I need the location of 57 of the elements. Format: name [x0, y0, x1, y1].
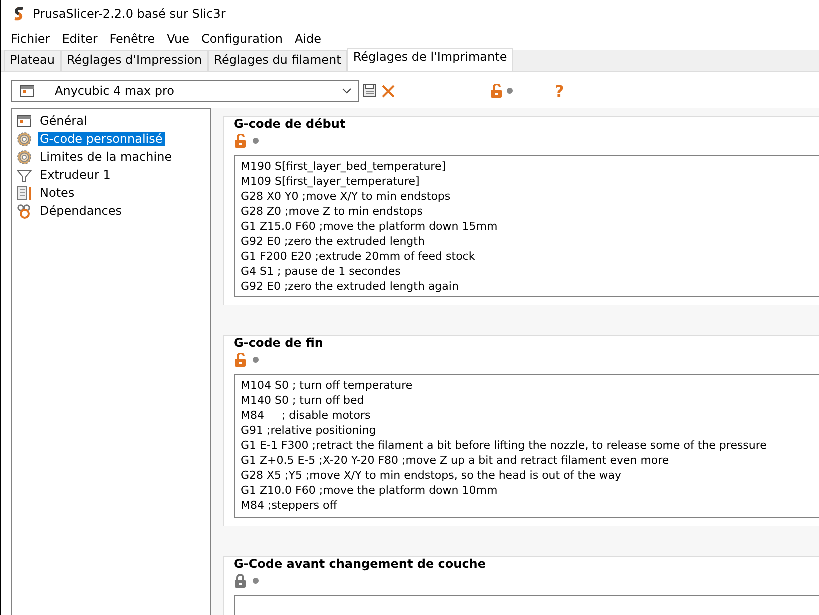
code-line: M190 S[first_layer_bed_temperature] — [241, 159, 448, 174]
tab[interactable]: Réglages d'Impression — [60, 50, 208, 71]
code-line: M104 S0 ; turn off temperature — [241, 378, 414, 393]
code-line: G28 X0 Y0 ;move X/Y to min endstops — [241, 189, 452, 204]
unlocked-lock-icon[interactable] — [234, 134, 247, 148]
printer-icon — [17, 114, 32, 128]
dot-icon — [507, 88, 513, 94]
funnel-icon — [17, 168, 32, 182]
gear-icon — [17, 132, 32, 146]
tab[interactable]: Réglages de l'Imprimante — [347, 48, 514, 71]
code-line: G28 X5 ;Y5 ;move X/Y to min endstops, so the head is out of the way — [241, 468, 622, 483]
code-line: M140 S0 ; turn off bed — [241, 393, 366, 408]
window-title: PrusaSlicer-2.2.0 basé sur Slic3r — [33, 7, 226, 21]
locked-lock-icon[interactable] — [234, 574, 247, 588]
code-line: G28 Z0 ;move Z to min endstops — [241, 204, 424, 219]
code-line: G91 ;relative positioning — [241, 423, 378, 438]
close-icon[interactable] — [381, 84, 396, 98]
dot-icon — [253, 357, 259, 363]
menu-item[interactable]: Fichier — [5, 32, 56, 46]
code-line: M84 ; disable motors — [241, 408, 372, 423]
tree-item[interactable]: G-code personnalisé — [38, 132, 165, 146]
code-line: G92 E0 ;zero the extruded length — [241, 234, 426, 249]
unlocked-lock-icon[interactable] — [490, 84, 503, 98]
code-line: G1 F200 E20 ;extrude 20mm of feed stock — [241, 249, 476, 264]
code-line: M84 ;steppers off — [241, 498, 338, 513]
menu-item[interactable]: Aide — [288, 32, 328, 46]
code-line: G1 Z+0.5 E-5 ;X-20 Y-20 F80 ;move Z up a bit and retract filament even more — [241, 453, 670, 468]
code-line: G1 Z15.0 F60 ;move the platform down 15mm — [241, 219, 499, 234]
menu-item[interactable]: Editer — [56, 32, 104, 46]
tree-item[interactable]: Notes — [38, 186, 77, 200]
menu-item[interactable]: Configuration — [196, 32, 289, 46]
chevron-down-icon — [342, 88, 352, 94]
code-line: G1 Z10.0 F60 ;move the platform down 10mm — [241, 483, 499, 498]
tab[interactable]: Plateau — [4, 50, 61, 71]
code-editor[interactable] — [234, 155, 819, 297]
note-icon — [17, 186, 32, 200]
code-line: G1 E-1 F300 ;retract the filament a bit before lifting the nozzle, to release some of the pressure — [241, 438, 768, 453]
unlocked-lock-icon[interactable] — [234, 352, 247, 368]
dot-icon — [253, 578, 259, 584]
code-line: G4 S1 ; pause de 1 secondes — [241, 264, 402, 279]
menu-item[interactable]: Vue — [161, 32, 196, 46]
menu-item[interactable]: Fenêtre — [104, 32, 162, 46]
tree-item[interactable]: Extrudeur 1 — [38, 168, 113, 182]
app-logo-icon — [13, 7, 25, 21]
code-line: G92 E0 ;zero the extruded length again — [241, 279, 460, 294]
tree-item[interactable]: Dépendances — [38, 204, 124, 218]
code-line: M109 S[first_layer_temperature] — [241, 174, 421, 189]
tab[interactable]: Réglages du filament — [208, 50, 348, 71]
tree-item[interactable]: Général — [38, 114, 90, 128]
tree-item[interactable]: Limites de la machine — [38, 150, 174, 164]
printer-icon — [20, 84, 35, 98]
code-editor[interactable] — [234, 374, 819, 518]
save-icon[interactable] — [363, 84, 377, 98]
links-icon — [17, 204, 32, 218]
gear-icon — [17, 150, 32, 164]
preset-dropdown[interactable]: Anycubic 4 max pro — [11, 80, 359, 102]
dot-icon — [253, 138, 259, 144]
